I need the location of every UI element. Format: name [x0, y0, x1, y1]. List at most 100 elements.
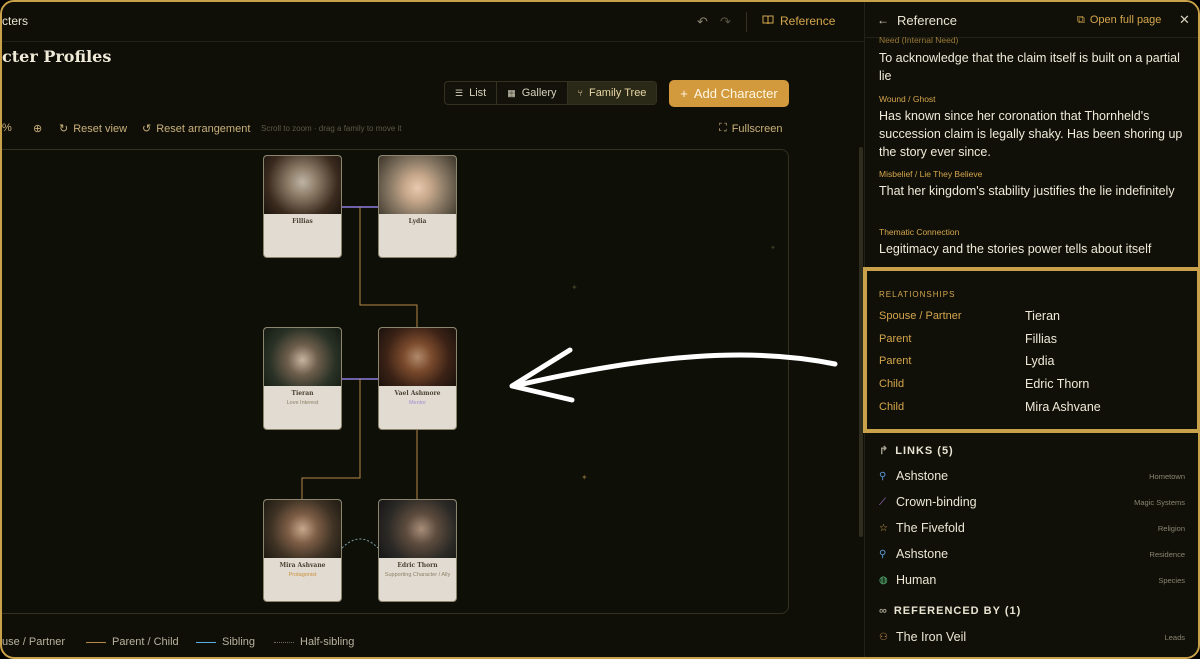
field-value: Has known since her coronation that Thor…: [879, 109, 1183, 159]
sparkle-decoration: ✦: [571, 283, 578, 292]
legend-spouse: use / Partner: [2, 636, 65, 648]
page-title: cter Profiles: [2, 47, 112, 66]
character-role: Love Interest: [286, 400, 319, 406]
link-name: Crown-binding: [896, 495, 977, 509]
character-role: Supporting Character / Ally: [384, 572, 451, 578]
relationship-name[interactable]: Mira Ashvane: [1025, 400, 1101, 414]
close-icon[interactable]: ✕: [1179, 12, 1190, 28]
legend-line: [86, 641, 106, 643]
annotation-arrow: [509, 347, 838, 403]
reference-label: Reference: [780, 14, 836, 28]
plus-icon: +: [680, 86, 688, 101]
pin-icon: ⚲: [879, 548, 887, 560]
field-label: Misbelief / Lie They Believe: [879, 169, 983, 179]
field-label: Need (Internal Need): [879, 35, 959, 45]
back-arrow-icon[interactable]: ←: [877, 13, 889, 27]
links-heading-label: LINKS (5): [895, 444, 954, 457]
link-item[interactable]: ⚲ Ashstone Hometown: [879, 467, 1185, 485]
add-character-button[interactable]: + Add Character: [669, 80, 789, 107]
chain-icon: ∞: [879, 605, 888, 617]
reset-view-button[interactable]: ↻ Reset view: [59, 122, 127, 136]
open-full-page-link[interactable]: ⧉ Open full page: [1077, 14, 1161, 27]
legend-spouse-label: use / Partner: [2, 636, 65, 648]
relationship-name[interactable]: Tieran: [1025, 309, 1060, 323]
list-icon: ☰: [455, 87, 464, 98]
character-portrait: [379, 500, 456, 558]
star-icon: ☆: [879, 522, 888, 534]
referenced-by-heading: ∞ REFERENCED BY (1): [879, 605, 1021, 617]
top-bar: cters ↶ ↷ Reference: [2, 2, 864, 42]
breadcrumb[interactable]: cters: [2, 14, 28, 28]
character-name: Edric Thorn: [397, 562, 438, 569]
character-portrait: [264, 500, 341, 558]
referenced-type: Leads: [1164, 632, 1185, 642]
app-window: cters ↶ ↷ Reference cter Profiles ☰ List…: [0, 0, 1200, 659]
referenced-by-heading-label: REFERENCED BY (1): [893, 605, 1022, 617]
character-card[interactable]: Fillias: [263, 155, 342, 258]
relationship-name[interactable]: Fillias: [1025, 332, 1057, 346]
link-name: Ashstone: [896, 469, 949, 483]
view-family-tree-label: Family Tree: [588, 87, 647, 99]
fullscreen-label: Fullscreen: [731, 122, 783, 135]
half-sibling-line: [341, 538, 379, 549]
open-full-page-label: Open full page: [1089, 14, 1162, 26]
reset-arrangement-button[interactable]: ↺ Reset arrangement: [142, 122, 250, 136]
view-gallery-label: Gallery: [521, 87, 557, 99]
referenced-item[interactable]: ⚇ The Iron Veil Leads: [879, 628, 1185, 646]
legend-sibling-label: Sibling: [222, 636, 256, 648]
character-card[interactable]: Edric Thorn Supporting Character / Ally: [378, 499, 457, 602]
zoom-level: %: [2, 122, 12, 134]
legend-parent-child: Parent / Child: [86, 636, 179, 648]
relationship-type: Spouse / Partner: [879, 310, 962, 322]
panel-header: ← Reference ⧉ Open full page ✕: [865, 2, 1198, 38]
character-name: Tieran: [291, 390, 314, 397]
link-item[interactable]: ⚲ Ashstone Residence: [879, 545, 1185, 563]
zoom-percent: %: [2, 122, 12, 134]
globe-icon: ◍: [879, 574, 888, 586]
link-name: The Fivefold: [896, 521, 965, 535]
character-name: Fillias: [292, 218, 313, 225]
link-item[interactable]: ☆ The Fivefold Religion: [879, 519, 1185, 537]
reset-icon: ↻: [59, 123, 69, 135]
link-type: Hometown: [1149, 471, 1185, 481]
grid-icon: ▦: [507, 87, 516, 98]
legend-line: [196, 641, 216, 643]
link-arrow-icon: ↱: [879, 445, 890, 457]
relationships-heading: RELATIONSHIPS: [879, 290, 956, 299]
character-card[interactable]: Lydia: [378, 155, 457, 258]
reference-panel: ← Reference ⧉ Open full page ✕ Need (Int…: [863, 2, 1198, 657]
fullscreen-button[interactable]: ⛶ Fullscreen: [719, 122, 782, 135]
character-card[interactable]: Tieran Love Interest: [263, 327, 342, 430]
book-icon: [762, 14, 774, 28]
pin-icon: ⚲: [879, 470, 887, 482]
character-portrait: [264, 328, 341, 386]
view-list-button[interactable]: ☰ List: [445, 82, 498, 104]
link-item[interactable]: ◍ Human Species: [879, 571, 1185, 589]
zoom-in-button[interactable]: ⊕: [33, 122, 42, 135]
character-card[interactable]: Mira Ashvane Protagonist: [263, 499, 342, 602]
link-name: Ashstone: [896, 547, 949, 561]
link-type: Species: [1158, 575, 1185, 585]
character-name: Lydia: [408, 218, 427, 225]
relationship-name[interactable]: Edric Thorn: [1025, 377, 1089, 391]
undo-icon[interactable]: ↶: [697, 14, 708, 30]
field-label: Thematic Connection: [879, 227, 960, 237]
character-portrait: [264, 156, 341, 214]
view-gallery-button[interactable]: ▦ Gallery: [497, 82, 568, 104]
legend-parent-child-label: Parent / Child: [112, 636, 179, 648]
view-family-tree-button[interactable]: ⑂ Family Tree: [567, 82, 657, 104]
relationship-type: Child: [879, 401, 905, 413]
link-item[interactable]: ⟋ Crown-binding Magic Systems: [879, 493, 1185, 511]
relationship-name[interactable]: Lydia: [1025, 354, 1054, 368]
legend-sibling: Sibling: [196, 636, 255, 648]
redo-icon[interactable]: ↷: [720, 14, 731, 30]
reference-button[interactable]: Reference: [762, 14, 835, 28]
legend-line: [274, 641, 294, 643]
add-character-label: Add Character: [693, 86, 778, 101]
external-link-icon: ⧉: [1077, 14, 1085, 26]
field-value: Legitimacy and the stories power tells a…: [879, 242, 1152, 256]
link-type: Magic Systems: [1134, 497, 1185, 507]
legend-half-sibling-label: Half-sibling: [300, 636, 355, 648]
toolbar-divider: [746, 12, 747, 32]
character-card[interactable]: Vael Ashmore Mentor: [378, 327, 457, 430]
